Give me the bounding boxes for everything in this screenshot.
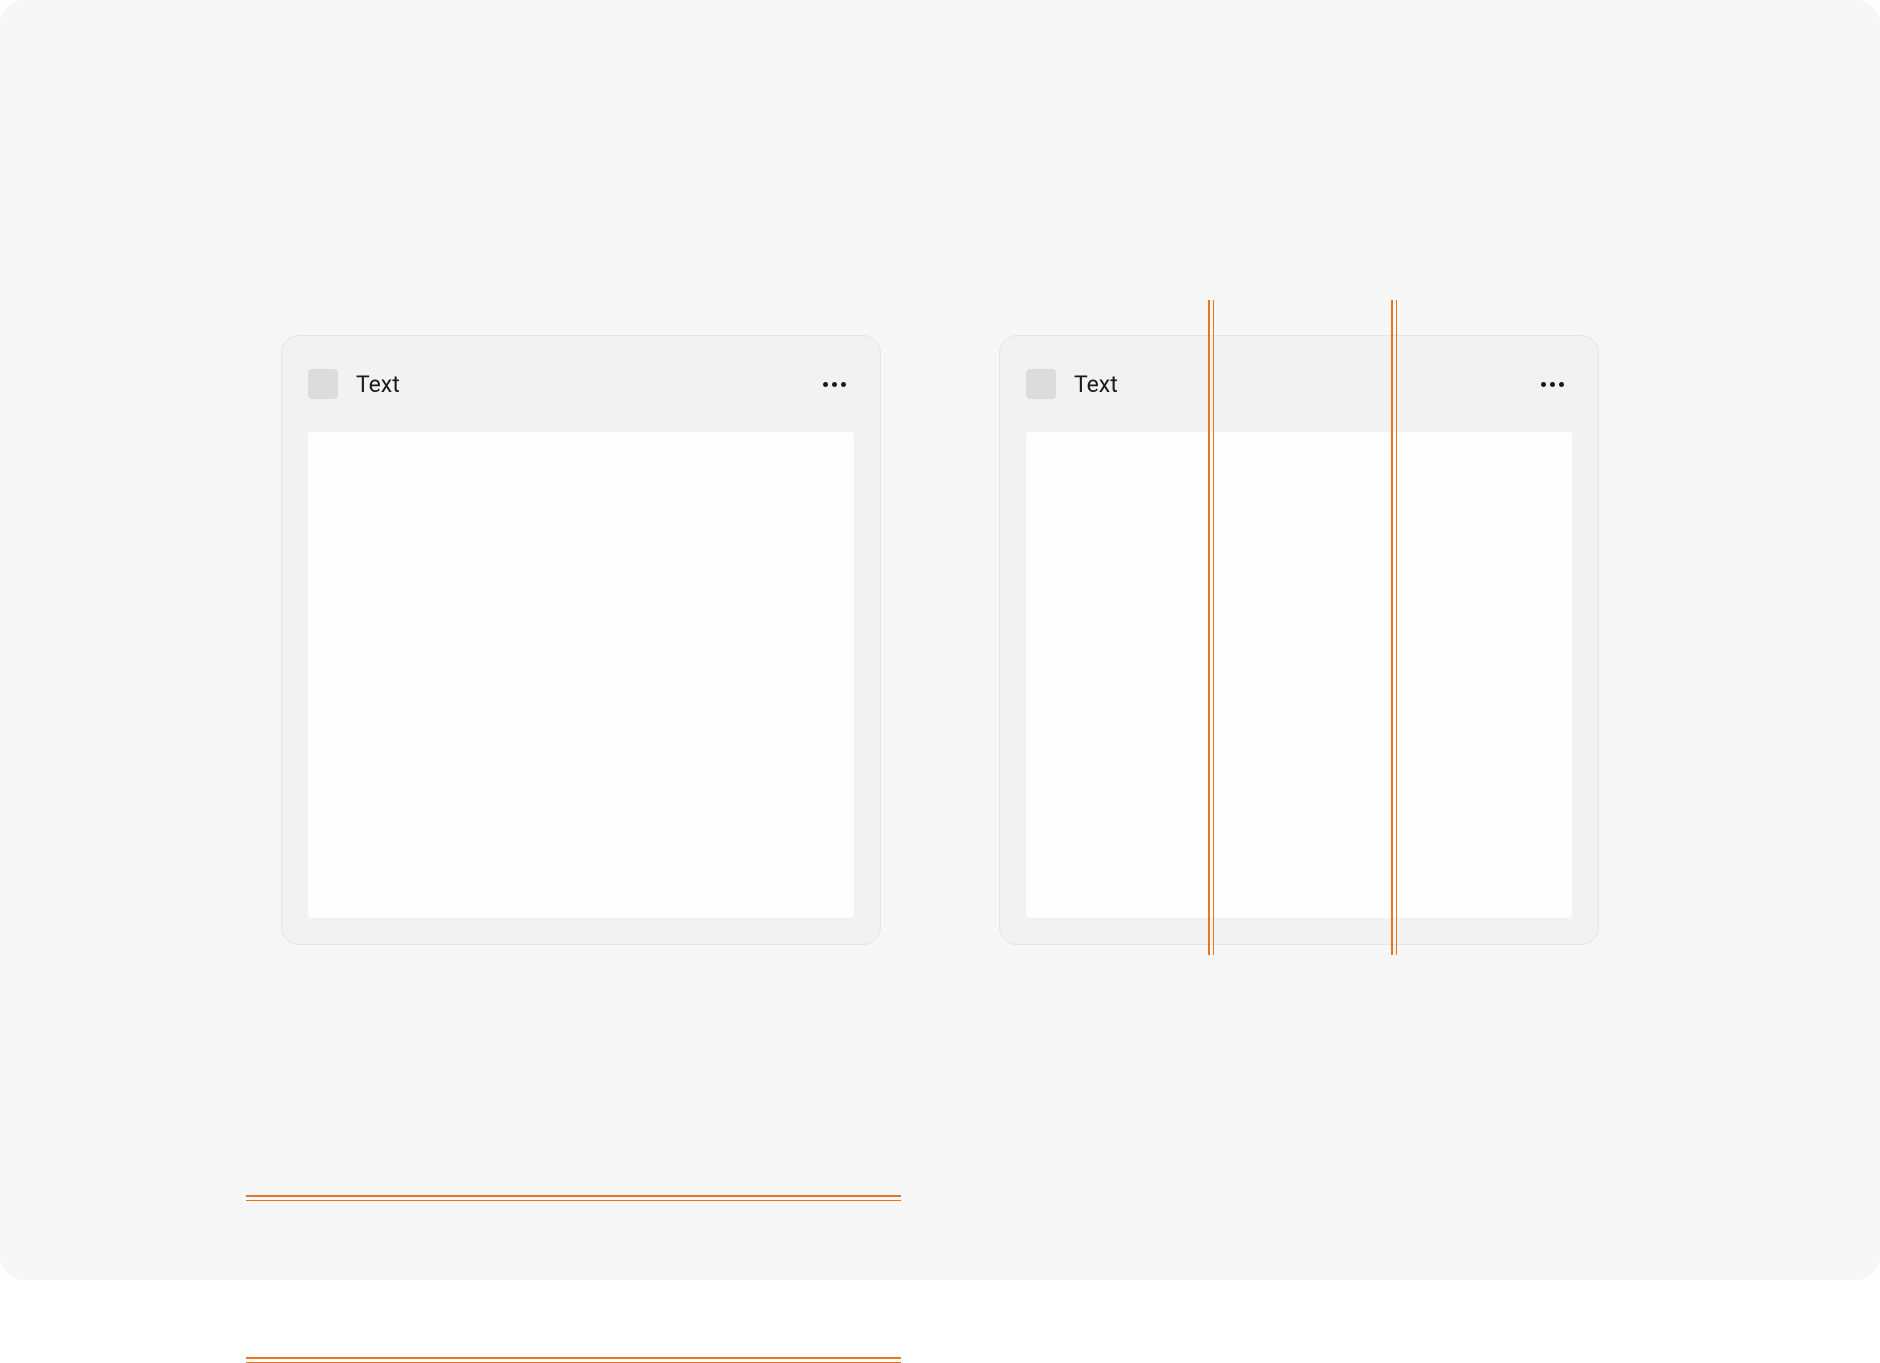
more-dots-icon	[1550, 382, 1555, 387]
card-right-wrapper: Text	[999, 335, 1599, 945]
card-header: Text	[282, 336, 880, 432]
more-button[interactable]	[1533, 374, 1572, 395]
card-left-wrapper: Text	[281, 335, 881, 945]
more-dots-icon	[1541, 382, 1546, 387]
more-dots-icon	[1559, 382, 1564, 387]
more-dots-icon	[823, 382, 828, 387]
card-header: Text	[1000, 336, 1598, 432]
card-body	[1000, 432, 1598, 944]
card-left: Text	[281, 335, 881, 945]
card-icon	[1026, 369, 1056, 399]
card-header-left: Text	[1026, 369, 1118, 399]
card-icon	[308, 369, 338, 399]
card-title: Text	[356, 371, 400, 398]
more-dots-icon	[841, 382, 846, 387]
more-button[interactable]	[815, 374, 854, 395]
card-content-placeholder	[1026, 432, 1572, 918]
card-title: Text	[1074, 371, 1118, 398]
canvas: Text	[0, 0, 1880, 1280]
card-right: Text	[999, 335, 1599, 945]
more-dots-icon	[832, 382, 837, 387]
card-content-placeholder	[308, 432, 854, 918]
card-header-left: Text	[308, 369, 400, 399]
horizontal-guide-line	[246, 1195, 901, 1201]
card-body	[282, 432, 880, 944]
horizontal-guide-line	[246, 1357, 901, 1363]
